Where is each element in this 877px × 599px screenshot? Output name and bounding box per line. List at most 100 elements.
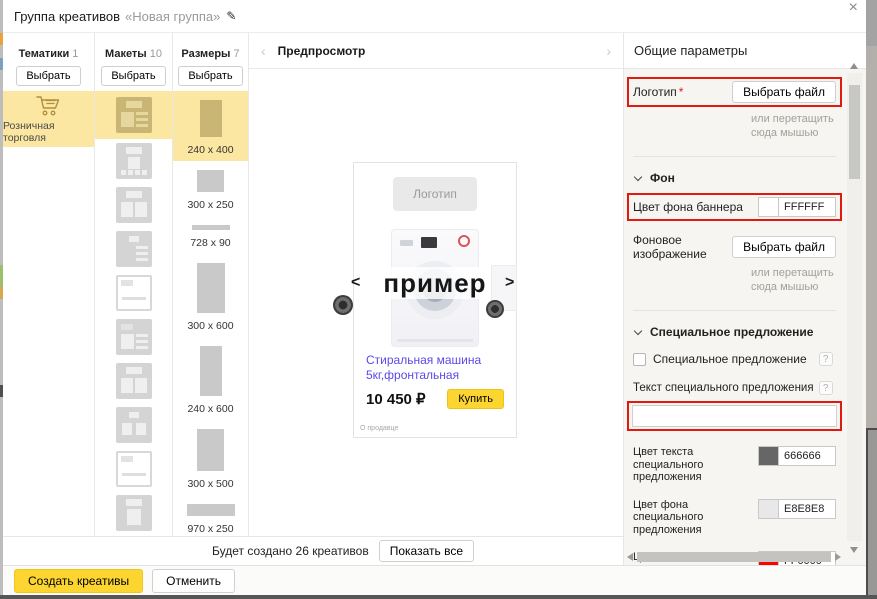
layouts-select-button[interactable]: Выбрать — [101, 66, 166, 86]
creative-group-modal: × Группа креативов «Новая группа» ✎ Тема… — [3, 0, 866, 595]
scroll-up-icon[interactable] — [850, 63, 858, 69]
panel-vertical-scrollbar[interactable] — [847, 63, 862, 553]
sizes-select-button[interactable]: Выбрать — [178, 66, 243, 86]
background-section: Фон Цвет фона баннера FFFFFF Фоновое изо… — [627, 171, 842, 311]
modal-title: Группа креативов — [14, 8, 121, 24]
buy-button[interactable]: Купить — [447, 389, 504, 409]
layout-thumbnail-icon — [115, 495, 152, 531]
background-section-header[interactable]: Фон — [633, 171, 836, 185]
size-preview-box — [186, 504, 235, 516]
about-seller-link[interactable]: О продавце — [360, 425, 398, 432]
carousel-next-icon[interactable]: > — [505, 274, 514, 292]
layout-thumb-item[interactable] — [95, 183, 172, 227]
layout-thumb-item[interactable] — [95, 403, 172, 447]
layout-thumb-item[interactable] — [95, 139, 172, 183]
size-label: 728 x 90 — [190, 237, 231, 249]
cancel-button[interactable]: Отменить — [152, 568, 235, 593]
logo-required-highlight: Логотип * Выбрать файл — [627, 77, 842, 107]
horizontal-scroll-thumb[interactable] — [637, 552, 831, 562]
scroll-right-icon[interactable] — [835, 553, 841, 561]
layout-thumb-item[interactable] — [95, 227, 172, 271]
scroll-down-icon[interactable] — [850, 547, 858, 553]
layout-thumb-item[interactable] — [95, 447, 172, 491]
size-item[interactable]: 300 x 250 — [173, 161, 248, 216]
size-item[interactable]: 240 x 400 — [173, 91, 248, 161]
logo-field-label: Логотип * — [633, 85, 684, 99]
logo-drag-hint: или перетащить сюда мышью — [751, 113, 834, 139]
help-icon[interactable]: ? — [818, 381, 833, 395]
sizes-title: Размеры — [181, 48, 231, 60]
size-item[interactable]: 970 x 250 — [173, 495, 248, 540]
close-icon[interactable]: × — [849, 0, 858, 16]
color-value-input[interactable]: E8E8E8 — [778, 498, 836, 519]
layouts-title: Макеты — [105, 48, 147, 60]
size-item[interactable]: 300 x 600 — [173, 254, 248, 337]
bg-color-value-input[interactable]: FFFFFF — [778, 197, 836, 217]
layout-thumbnail-icon — [115, 143, 152, 179]
size-item[interactable]: 240 x 600 — [173, 337, 248, 420]
show-all-button[interactable]: Показать все — [378, 540, 474, 562]
offer-checkbox[interactable] — [633, 352, 646, 366]
help-icon[interactable]: ? — [818, 352, 833, 366]
color-setting-row: Цвет фона специального предложения E8E8E8 — [633, 498, 836, 537]
offer-section-header[interactable]: Специальное предложение — [633, 325, 836, 339]
bg-image-label: Фоновое изображение — [633, 233, 707, 261]
color-value-input[interactable]: 666666 — [778, 446, 836, 466]
bg-image-choose-file-button[interactable]: Выбрать файл — [732, 236, 836, 258]
preview-title: Предпросмотр — [277, 43, 366, 58]
page-behind-left-strip — [0, 0, 3, 599]
modal-titlebar: Группа креативов «Новая группа» ✎ — [3, 0, 866, 33]
logo-section: Логотип * Выбрать файл или перетащить сюд… — [627, 77, 842, 157]
size-preview-box — [197, 170, 224, 192]
creatives-count-text: Будет создано 26 креативов — [212, 544, 369, 558]
theme-item-retail[interactable]: Розничная торговля — [3, 91, 94, 147]
preview-next-icon[interactable]: › — [606, 43, 611, 59]
vertical-scroll-thumb[interactable] — [849, 85, 860, 179]
size-label: 240 x 600 — [187, 403, 234, 415]
carousel-prev-icon[interactable]: < — [351, 274, 360, 292]
size-preview-box — [199, 346, 222, 396]
theme-item-label: Розничная торговля — [3, 120, 55, 144]
scroll-left-icon[interactable] — [627, 553, 633, 561]
group-name: «Новая группа» — [125, 8, 221, 24]
size-item[interactable]: 300 x 500 — [173, 420, 248, 495]
layout-thumbnail-icon — [115, 187, 152, 223]
layout-list — [95, 91, 172, 535]
create-creatives-button[interactable]: Создать креативы — [14, 568, 144, 593]
layout-thumb-item[interactable] — [95, 315, 172, 359]
size-label: 970 x 250 — [187, 523, 234, 535]
banner-price: 10 450 ₽ — [366, 391, 426, 408]
offer-text-required-highlight — [627, 401, 842, 431]
layout-thumbnail-icon — [115, 407, 152, 443]
edit-title-icon[interactable]: ✎ — [226, 9, 236, 23]
offer-text-input[interactable] — [632, 405, 837, 427]
size-list: 240 x 400 300 x 250 728 x 90 300 x 600 240 x… — [173, 91, 248, 540]
themes-column: Тематики 1 Выбрать Розничная торговля — [3, 33, 95, 536]
panel-title: Общие параметры — [624, 33, 866, 69]
creatives-summary-bar: Будет создано 26 креативов Показать все — [3, 536, 623, 565]
logo-choose-file-button[interactable]: Выбрать файл — [732, 81, 836, 103]
color-swatch[interactable] — [758, 446, 778, 466]
page-behind-right-strip — [866, 0, 877, 599]
modal-action-bar: Создать креативы Отменить — [3, 565, 866, 595]
preview-prev-icon[interactable]: ‹ — [261, 43, 266, 59]
layout-thumb-item[interactable] — [95, 359, 172, 403]
page-behind-bottom-strip — [0, 595, 877, 599]
layout-thumb-item[interactable] — [95, 271, 172, 315]
chevron-down-icon — [633, 326, 643, 335]
color-setting-label: Цвет текста специального предложения — [633, 446, 704, 483]
sizes-count: 7 — [233, 48, 240, 60]
offer-text-label: Текст специального предложения — [633, 382, 814, 394]
layout-thumb-item[interactable] — [95, 491, 172, 535]
layout-thumb-item[interactable] — [95, 91, 172, 139]
size-preview-box — [196, 263, 225, 313]
size-item[interactable]: 728 x 90 — [173, 216, 248, 254]
themes-select-button[interactable]: Выбрать — [16, 66, 81, 86]
color-swatch[interactable] — [758, 498, 778, 519]
bg-image-drag-hint: или перетащить сюда мышью — [751, 267, 834, 293]
layout-thumbnail-icon — [115, 363, 152, 399]
bg-color-swatch[interactable] — [758, 197, 778, 217]
panel-horizontal-scrollbar[interactable] — [627, 551, 841, 563]
themes-title: Тематики — [18, 48, 70, 60]
size-preview-box — [197, 429, 224, 471]
